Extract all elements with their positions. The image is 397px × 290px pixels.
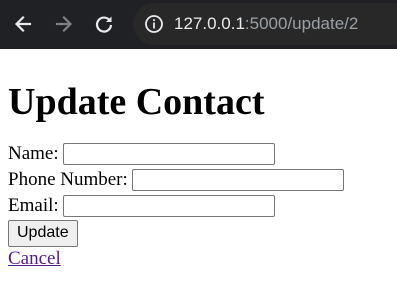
- url-host: 127.0.0.1: [174, 14, 245, 33]
- arrow-left-icon: [14, 15, 32, 33]
- submit-row: Update: [8, 219, 389, 247]
- phone-input[interactable]: [131, 169, 344, 191]
- page-title: Update Contact: [8, 81, 265, 123]
- info-icon: [145, 15, 163, 33]
- back-button[interactable]: [9, 10, 37, 38]
- name-row: Name:: [8, 141, 389, 167]
- phone-label: Phone Number:: [8, 169, 128, 190]
- site-info-button[interactable]: [144, 14, 164, 34]
- cancel-link[interactable]: Cancel: [8, 247, 61, 271]
- url-path: :5000/update/2: [244, 14, 359, 33]
- name-label: Name:: [8, 143, 59, 164]
- email-input[interactable]: [62, 195, 275, 217]
- reload-button[interactable]: [90, 10, 118, 38]
- name-input[interactable]: [62, 143, 275, 165]
- reload-icon: [95, 16, 113, 33]
- forward-button[interactable]: [50, 10, 78, 38]
- address-bar[interactable]: 127.0.0.1:5000/update/2: [133, 3, 397, 45]
- phone-row: Phone Number:: [8, 167, 389, 193]
- browser-toolbar: 127.0.0.1:5000/update/2: [0, 0, 397, 49]
- update-button[interactable]: Update: [8, 219, 78, 247]
- arrow-right-icon: [55, 15, 73, 33]
- email-label: Email:: [8, 195, 59, 216]
- page-content: Update Contact Name: Phone Number: Email…: [0, 80, 397, 271]
- update-contact-form: Name: Phone Number: Email: Update: [8, 141, 389, 247]
- email-row: Email:: [8, 193, 389, 219]
- url-text[interactable]: 127.0.0.1:5000/update/2: [174, 14, 358, 34]
